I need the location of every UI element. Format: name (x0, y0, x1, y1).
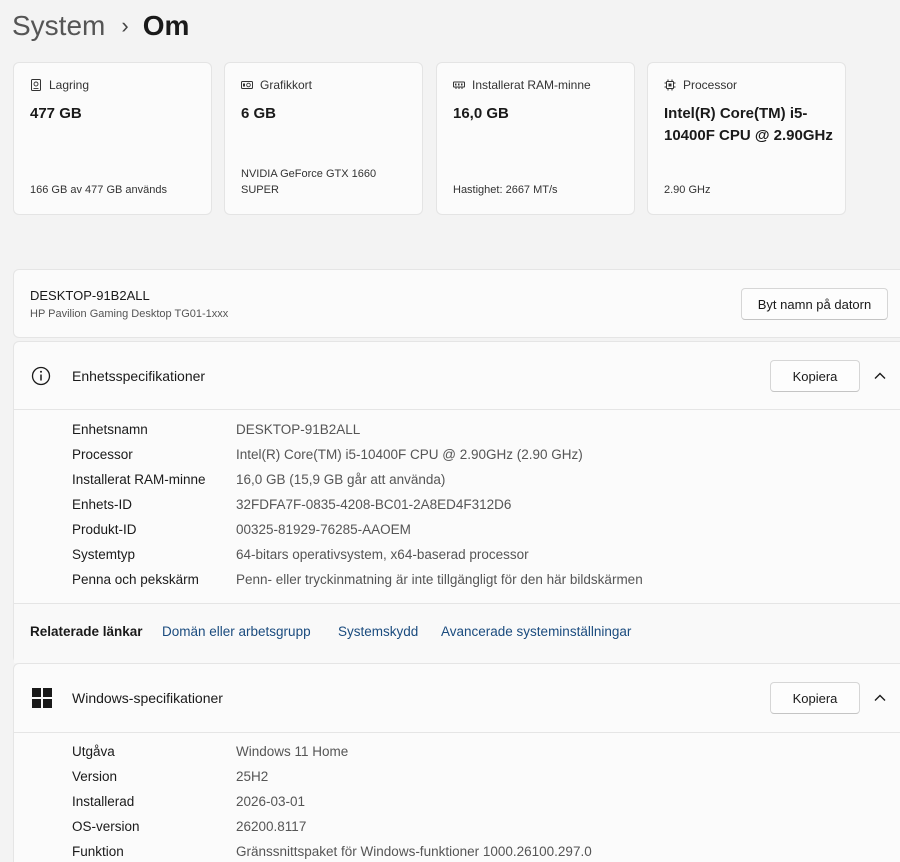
spec-value: Windows 11 Home (236, 744, 349, 759)
spec-value: Gränssnittspaket för Windows-funktioner … (236, 844, 592, 859)
chevron-up-icon[interactable] (872, 690, 888, 706)
card-processor: Processor Intel(R) Core(TM) i5-10400F CP… (647, 62, 846, 215)
card-detail: NVIDIA GeForce GTX 1660 SUPER (241, 168, 377, 196)
spec-key: OS-version (72, 819, 140, 834)
card-value: 16,0 GB (453, 105, 509, 122)
spec-key: Enhetsnamn (72, 422, 148, 437)
spec-key: Produkt-ID (72, 522, 137, 537)
windows-specs-list: Utgåva Windows 11 Home Version 25H2 Instal… (14, 732, 900, 862)
card-detail: 2.90 GHz (664, 184, 711, 196)
spec-key: Installerat RAM-minne (72, 472, 206, 487)
breadcrumb-system[interactable]: System (12, 10, 105, 42)
spec-value: 64-bitars operativsystem, x64-baserad pr… (236, 547, 529, 562)
card-value: 477 GB (30, 105, 82, 122)
copy-device-specs-button[interactable]: Kopiera (770, 360, 860, 392)
spec-key: Installerad (72, 794, 135, 809)
page-title: Om (142, 10, 190, 41)
memory-icon (453, 79, 465, 91)
spec-value: 16,0 GB (15,9 GB går att använda) (236, 472, 446, 487)
storage-icon (30, 79, 42, 91)
device-name-panel: DESKTOP-91B2ALL HP Pavilion Gaming Deskt… (13, 269, 900, 338)
related-links-title: Relaterade länkar (30, 624, 143, 639)
card-label: Lagring (49, 78, 90, 92)
link-system-protection[interactable]: Systemskydd (338, 624, 418, 639)
device-model: HP Pavilion Gaming Desktop TG01-1xxx (30, 308, 229, 320)
spec-value: DESKTOP-91B2ALL (236, 422, 361, 437)
device-specs-list: Enhetsnamn DESKTOP-91B2ALL Processor Intel… (14, 409, 900, 603)
spec-value: 00325-81929-76285-AAOEM (236, 522, 411, 537)
card-graphics: Grafikkort 6 GB NVIDIA GeForce GTX 1660 … (224, 62, 423, 215)
chevron-up-icon[interactable] (872, 368, 888, 384)
windows-specs-panel: Windows-specifikationer Kopiera Utgåva Wi… (13, 663, 900, 862)
chevron-right-icon: › (121, 13, 129, 38)
card-memory: Installerat RAM-minne 16,0 GB Hastighet:… (436, 62, 635, 215)
windows-logo-icon (32, 688, 52, 708)
card-detail: Hastighet: 2667 MT/s (453, 184, 558, 196)
spec-value: Penn- eller tryckinmatning är inte tillg… (236, 572, 643, 587)
related-links: Relaterade länkar Domän eller arbetsgrup… (14, 603, 900, 663)
spec-key: Version (72, 769, 118, 784)
spec-key: Penna och pekskärm (72, 572, 199, 587)
spec-key: Utgåva (72, 744, 115, 759)
windows-specs-title: Windows-specifikationer (72, 690, 223, 706)
breadcrumb: System › Om (12, 8, 189, 44)
card-label: Processor (683, 78, 738, 92)
rename-pc-button[interactable]: Byt namn på datorn (741, 288, 888, 320)
card-storage: Lagring 477 GB 166 GB av 477 GB används (13, 62, 212, 215)
spec-key: Funktion (72, 844, 124, 859)
spec-value: 2026-03-01 (236, 794, 306, 809)
graphics-card-icon (241, 79, 253, 91)
spec-value: 25H2 (236, 769, 269, 784)
device-name: DESKTOP-91B2ALL (30, 288, 150, 303)
device-specs-panel: Enhetsspecifikationer Kopiera Enhetsnamn… (13, 341, 900, 663)
card-detail: 166 GB av 477 GB används (30, 184, 167, 196)
link-domain-workgroup[interactable]: Domän eller arbetsgrupp (162, 624, 311, 639)
link-advanced-system-settings[interactable]: Avancerade systeminställningar (441, 624, 631, 639)
info-icon (31, 366, 51, 386)
spec-value: 26200.8117 (236, 819, 307, 834)
spec-key: Processor (72, 447, 133, 462)
device-specs-title: Enhetsspecifikationer (72, 368, 206, 384)
spec-value: Intel(R) Core(TM) i5-10400F CPU @ 2.90GH… (236, 447, 583, 462)
device-specs-header[interactable]: Enhetsspecifikationer Kopiera (14, 342, 900, 410)
spec-key: Systemtyp (72, 547, 136, 562)
spec-key: Enhets-ID (72, 497, 133, 512)
card-label: Installerat RAM-minne (472, 78, 591, 92)
copy-windows-specs-button[interactable]: Kopiera (770, 682, 860, 714)
card-value: Intel(R) Core(TM) i5-10400F CPU @ 2.90GH… (664, 105, 833, 144)
windows-specs-header[interactable]: Windows-specifikationer Kopiera (14, 664, 900, 732)
spec-value: 32FDFA7F-0835-4208-BC01-2A8ED4F312D6 (236, 497, 512, 512)
processor-icon (664, 79, 676, 91)
card-value: 6 GB (241, 105, 277, 122)
card-label: Grafikkort (260, 78, 313, 92)
